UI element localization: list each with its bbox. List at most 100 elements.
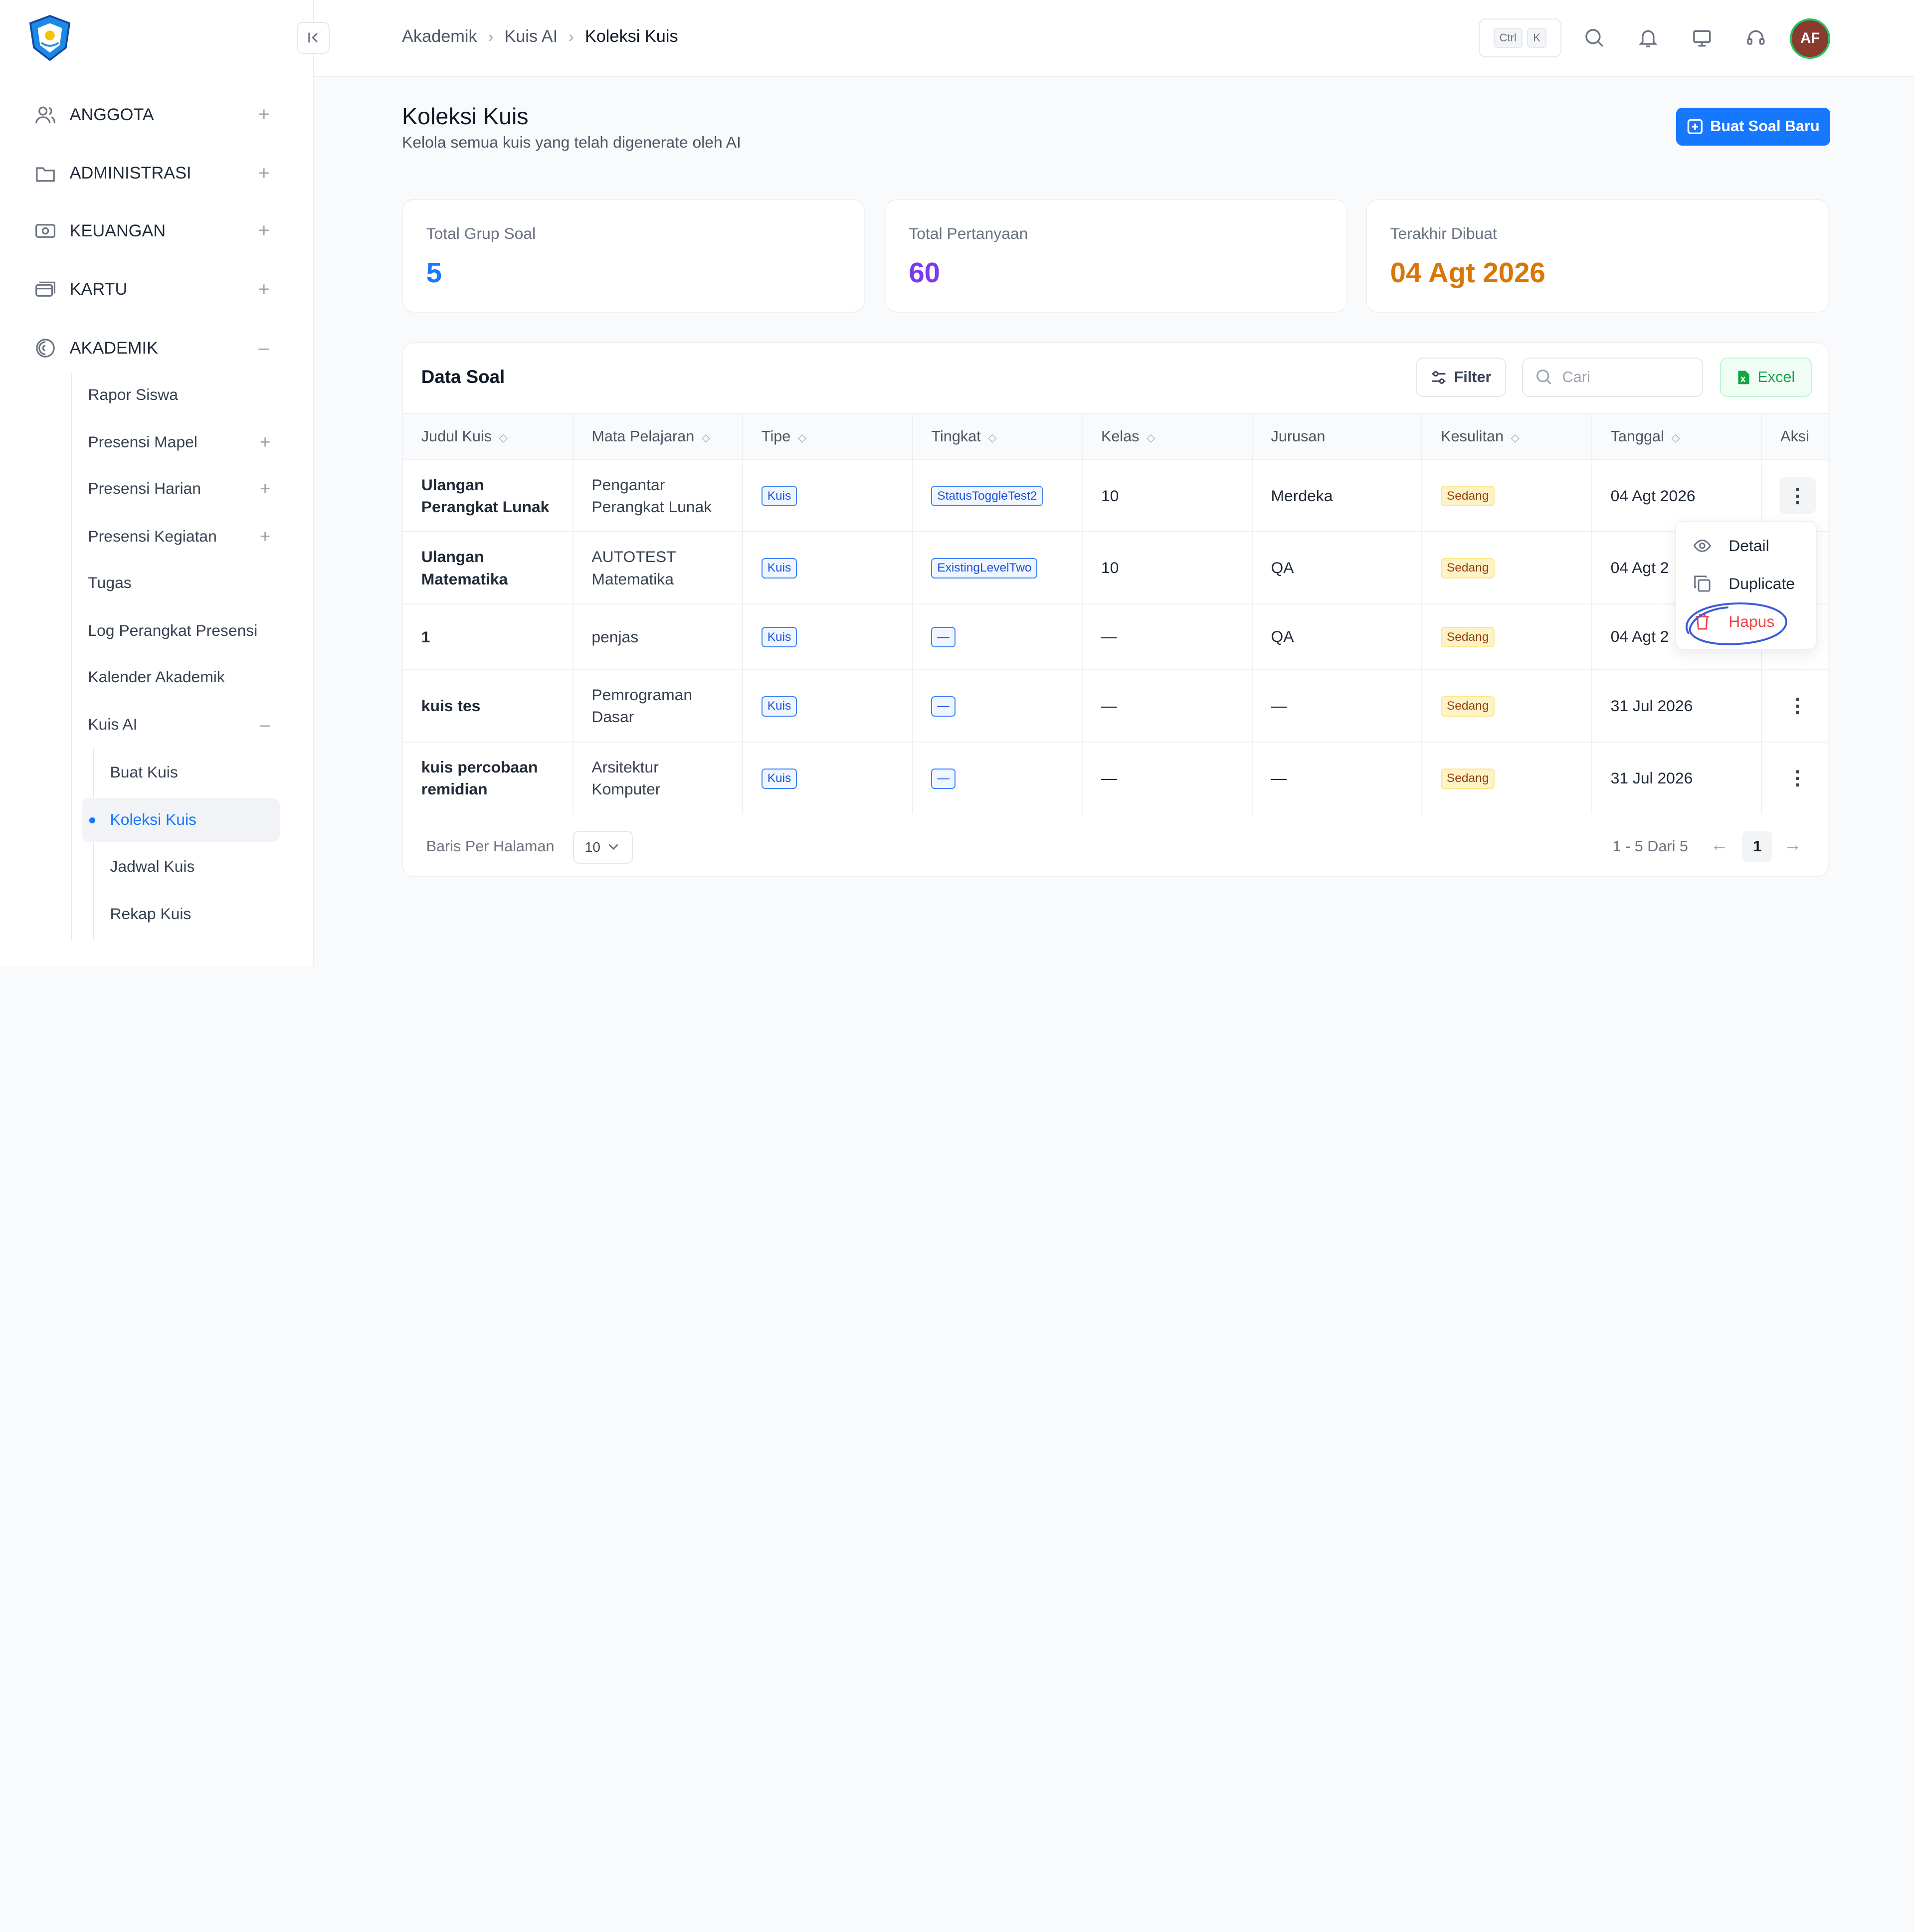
more-options-icon[interactable]: ⋮ xyxy=(1779,477,1816,514)
sidebar-item-koleksi-kuis[interactable]: Koleksi Kuis xyxy=(110,806,269,833)
nav-anggota[interactable]: ANGGOTA + xyxy=(34,100,273,130)
table-row[interactable]: Ulangan Matematika AUTOTEST Matematika Kui… xyxy=(403,531,1828,604)
expand-icon[interactable]: + xyxy=(256,478,273,499)
type-badge: Kuis xyxy=(761,768,797,789)
table-row[interactable]: 1 penjas Kuis — — QA Sedang 04 Agt 2 xyxy=(403,603,1828,670)
col-mapel[interactable]: Mata Pelajaran ◇ xyxy=(573,412,744,460)
sidebar-item-presensi-mapel[interactable]: Presensi Mapel + xyxy=(88,429,273,456)
sidebar-item-presensi-kegiatan[interactable]: Presensi Kegiatan + xyxy=(88,523,273,550)
sort-icon[interactable]: ◇ xyxy=(1672,431,1680,444)
page-title: Koleksi Kuis xyxy=(402,103,529,129)
breadcrumb-akademik[interactable]: Akademik xyxy=(402,27,477,46)
table-row[interactable]: Ulangan Perangkat Lunak Pengantar Perangka… xyxy=(403,459,1828,532)
nav-akademik[interactable]: AKADEMIK – xyxy=(34,334,273,363)
sort-icon[interactable]: ◇ xyxy=(499,431,508,444)
rows-per-page-label: Baris Per Halaman xyxy=(426,838,555,855)
sort-icon[interactable]: ◇ xyxy=(702,431,710,444)
sidebar-item-presensi-harian[interactable]: Presensi Harian + xyxy=(88,475,273,502)
col-label: Aksi xyxy=(1780,427,1809,445)
sidebar-item-buat-kuis[interactable]: Buat Kuis xyxy=(110,759,269,785)
cell-level: — xyxy=(912,603,1083,670)
stat-card-total-pertanyaan: Total Pertanyaan 60 xyxy=(884,199,1348,313)
col-jurusan: Jurusan xyxy=(1252,412,1423,460)
chevron-right-icon: › xyxy=(488,27,494,45)
col-kelas[interactable]: Kelas ◇ xyxy=(1082,412,1253,460)
menu-item-detail[interactable]: Detail xyxy=(1693,534,1769,558)
search-icon[interactable] xyxy=(1581,24,1608,51)
collapse-sidebar-button[interactable] xyxy=(297,22,330,54)
sort-icon[interactable]: ◇ xyxy=(988,431,996,444)
sidebar-item-rekap-kuis[interactable]: Rekap Kuis xyxy=(110,901,269,928)
sidebar-item-jadwal-kuis[interactable]: Jadwal Kuis xyxy=(110,853,269,880)
chevron-down-icon xyxy=(608,844,618,850)
col-tanggal[interactable]: Tanggal ◇ xyxy=(1591,412,1762,460)
col-tingkat[interactable]: Tingkat ◇ xyxy=(912,412,1083,460)
school-logo[interactable] xyxy=(25,13,74,62)
expand-icon[interactable]: + xyxy=(255,279,272,301)
table-row[interactable]: kuis tes Pemrograman Dasar Kuis — — — Sed… xyxy=(403,669,1828,742)
excel-export-button[interactable]: Excel xyxy=(1720,358,1812,397)
sidebar-item-label: Presensi Harian xyxy=(88,479,201,498)
sidebar-item-label: Kuis AI xyxy=(88,715,138,734)
menu-item-label: Detail xyxy=(1728,537,1769,555)
app-root: ANGGOTA + ADMINISTRASI + KEUANGAN + KART… xyxy=(0,0,1915,966)
sort-icon[interactable]: ◇ xyxy=(798,431,806,444)
monitor-icon[interactable] xyxy=(1689,24,1716,51)
expand-icon[interactable]: + xyxy=(255,163,272,185)
card-icon xyxy=(34,277,59,302)
nav-administrasi[interactable]: ADMINISTRASI + xyxy=(34,159,273,189)
table-row[interactable]: kuis percobaan remidian Arsitektur Kompute… xyxy=(403,741,1828,814)
rows-per-page-select[interactable]: 10 xyxy=(573,830,633,864)
collapse-icon[interactable]: – xyxy=(255,337,272,359)
cell-jurusan: QA xyxy=(1252,531,1423,604)
sidebar-item-tugas[interactable]: Tugas xyxy=(88,570,273,596)
bell-icon[interactable] xyxy=(1635,24,1662,51)
sidebar-item-kuis-ai[interactable]: Kuis AI – xyxy=(88,711,273,738)
cell-type: Kuis xyxy=(743,459,913,532)
arrow-left-icon[interactable]: ← xyxy=(1711,834,1729,855)
command-palette-shortcut[interactable]: Ctrl K xyxy=(1478,18,1562,58)
kbd-ctrl: Ctrl xyxy=(1493,28,1523,48)
search-input[interactable] xyxy=(1562,369,1685,386)
col-judul[interactable]: Judul Kuis ◇ xyxy=(403,412,574,460)
expand-icon[interactable]: + xyxy=(255,104,272,126)
type-badge: Kuis xyxy=(761,486,797,507)
cell-type: Kuis xyxy=(743,531,913,604)
sidebar-item-label: Jadwal Kuis xyxy=(110,857,195,875)
col-tipe[interactable]: Tipe ◇ xyxy=(743,412,913,460)
menu-item-duplicate[interactable]: Duplicate xyxy=(1693,572,1795,596)
cell-text: Ulangan xyxy=(421,548,484,566)
breadcrumb-kuis-ai[interactable]: Kuis AI xyxy=(504,27,558,46)
filter-button[interactable]: Filter xyxy=(1416,358,1507,397)
sort-icon[interactable]: ◇ xyxy=(1511,431,1520,444)
arrow-right-icon[interactable]: → xyxy=(1784,834,1802,855)
new-quiz-button[interactable]: Buat Soal Baru xyxy=(1676,107,1831,146)
cell-text: kuis tes xyxy=(421,697,481,715)
expand-icon[interactable]: + xyxy=(255,220,272,242)
avatar[interactable]: AF xyxy=(1790,18,1831,59)
sidebar-item-log-perangkat[interactable]: Log Perangkat Presensi xyxy=(88,617,273,644)
more-options-icon[interactable]: ⋮ xyxy=(1779,760,1816,797)
cell-text: remidian xyxy=(421,780,488,798)
nav-anggota-label: ANGGOTA xyxy=(69,105,154,124)
expand-icon[interactable]: + xyxy=(256,432,273,453)
academic-icon xyxy=(34,336,59,361)
collapse-icon[interactable]: – xyxy=(256,714,273,735)
search-field[interactable] xyxy=(1522,358,1703,397)
sidebar-item-kalender[interactable]: Kalender Akademik xyxy=(88,663,273,690)
cell-actions: ⋮ xyxy=(1761,741,1828,814)
headset-icon[interactable] xyxy=(1742,24,1769,51)
cell-difficulty: Sedang xyxy=(1422,669,1592,742)
sidebar-item-rapor-siswa[interactable]: Rapor Siswa xyxy=(88,381,273,408)
more-options-icon[interactable]: ⋮ xyxy=(1779,688,1816,725)
col-label: Kesulitan xyxy=(1441,427,1504,445)
stat-label: Total Pertanyaan xyxy=(909,224,1028,243)
sort-icon[interactable]: ◇ xyxy=(1147,431,1155,444)
col-label: Tanggal xyxy=(1610,427,1664,445)
expand-icon[interactable]: + xyxy=(256,526,273,547)
nav-kartu[interactable]: KARTU + xyxy=(34,275,273,304)
page-button[interactable]: 1 xyxy=(1742,830,1773,863)
nav-keuangan[interactable]: KEUANGAN + xyxy=(34,216,273,246)
stat-label: Terakhir Dibuat xyxy=(1390,224,1497,243)
col-kesulitan[interactable]: Kesulitan ◇ xyxy=(1422,412,1592,460)
